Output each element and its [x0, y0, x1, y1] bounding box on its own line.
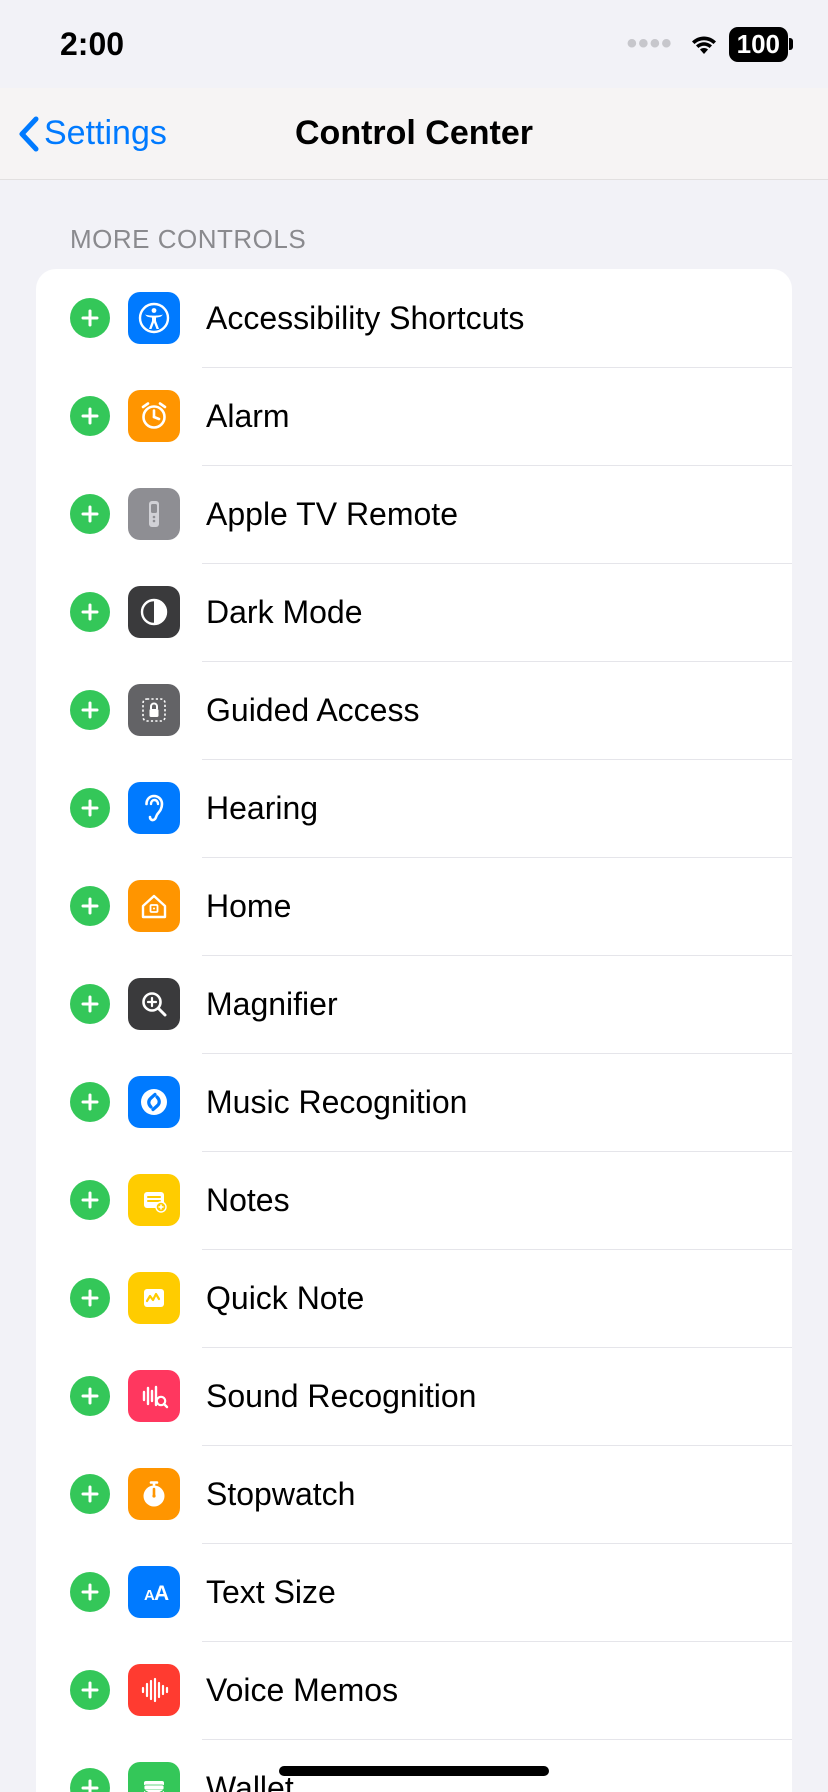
control-row-magnifier: Magnifier — [36, 955, 792, 1053]
add-button[interactable] — [70, 1082, 110, 1122]
back-button[interactable]: Settings — [0, 114, 167, 153]
house-icon — [128, 880, 180, 932]
stopwatch-icon — [128, 1468, 180, 1520]
chevron-left-icon — [16, 115, 40, 153]
control-row-music-recognition: Music Recognition — [36, 1053, 792, 1151]
remote-icon — [128, 488, 180, 540]
add-button[interactable] — [70, 396, 110, 436]
control-row-text-size: AA Text Size — [36, 1543, 792, 1641]
back-label: Settings — [44, 114, 167, 153]
wallet-icon — [128, 1762, 180, 1792]
add-button[interactable] — [70, 886, 110, 926]
control-row-stopwatch: Stopwatch — [36, 1445, 792, 1543]
control-label: Dark Mode — [206, 594, 363, 631]
nav-header: Settings Control Center — [0, 88, 828, 180]
notes-icon — [128, 1174, 180, 1226]
shazam-icon — [128, 1076, 180, 1128]
add-button[interactable] — [70, 592, 110, 632]
lock-icon — [128, 684, 180, 736]
control-row-apple-tv-remote: Apple TV Remote — [36, 465, 792, 563]
control-label: Stopwatch — [206, 1476, 355, 1513]
add-button[interactable] — [70, 298, 110, 338]
wifi-icon — [689, 33, 719, 55]
section-header: MORE CONTROLS — [0, 180, 828, 269]
control-label: Sound Recognition — [206, 1378, 476, 1415]
textsize-icon: AA — [128, 1566, 180, 1618]
control-row-voice-memos: Voice Memos — [36, 1641, 792, 1739]
control-row-quick-note: Quick Note — [36, 1249, 792, 1347]
alarm-icon — [128, 390, 180, 442]
add-button[interactable] — [70, 1376, 110, 1416]
control-row-sound-recognition: Sound Recognition — [36, 1347, 792, 1445]
control-label: Music Recognition — [206, 1084, 467, 1121]
ear-icon — [128, 782, 180, 834]
control-label: Magnifier — [206, 986, 338, 1023]
home-indicator — [279, 1766, 549, 1776]
add-button[interactable] — [70, 1180, 110, 1220]
control-row-dark-mode: Dark Mode — [36, 563, 792, 661]
status-right: •••• 100 — [627, 27, 788, 62]
control-label: Quick Note — [206, 1280, 364, 1317]
add-button[interactable] — [70, 690, 110, 730]
control-row-hearing: Hearing — [36, 759, 792, 857]
control-row-alarm: Alarm — [36, 367, 792, 465]
status-bar: 2:00 •••• 100 — [0, 0, 828, 88]
add-button[interactable] — [70, 1572, 110, 1612]
control-label: Voice Memos — [206, 1672, 398, 1709]
control-label: Hearing — [206, 790, 318, 827]
darkmode-icon — [128, 586, 180, 638]
accessibility-icon — [128, 292, 180, 344]
control-label: Apple TV Remote — [206, 496, 458, 533]
control-label: Alarm — [206, 398, 290, 435]
control-label: Home — [206, 888, 291, 925]
soundrec-icon — [128, 1370, 180, 1422]
quicknote-icon — [128, 1272, 180, 1324]
page-title: Control Center — [295, 114, 533, 153]
add-button[interactable] — [70, 494, 110, 534]
control-row-home: Home — [36, 857, 792, 955]
add-button[interactable] — [70, 1474, 110, 1514]
control-label: Notes — [206, 1182, 290, 1219]
control-row-guided-access: Guided Access — [36, 661, 792, 759]
magnifier-icon — [128, 978, 180, 1030]
add-button[interactable] — [70, 1768, 110, 1792]
control-label: Guided Access — [206, 692, 419, 729]
control-label: Text Size — [206, 1574, 336, 1611]
control-label: Accessibility Shortcuts — [206, 300, 524, 337]
cellular-dots-icon: •••• — [627, 27, 673, 61]
battery-level: 100 — [737, 29, 780, 59]
add-button[interactable] — [70, 984, 110, 1024]
waveform-icon — [128, 1664, 180, 1716]
add-button[interactable] — [70, 1278, 110, 1318]
add-button[interactable] — [70, 1670, 110, 1710]
svg-text:A: A — [154, 1582, 169, 1605]
battery-badge: 100 — [729, 27, 788, 62]
add-button[interactable] — [70, 788, 110, 828]
status-time: 2:00 — [60, 26, 124, 63]
control-row-accessibility-shortcuts: Accessibility Shortcuts — [36, 269, 792, 367]
control-row-notes: Notes — [36, 1151, 792, 1249]
more-controls-list: Accessibility Shortcuts Alarm Apple TV Rem… — [36, 269, 792, 1792]
